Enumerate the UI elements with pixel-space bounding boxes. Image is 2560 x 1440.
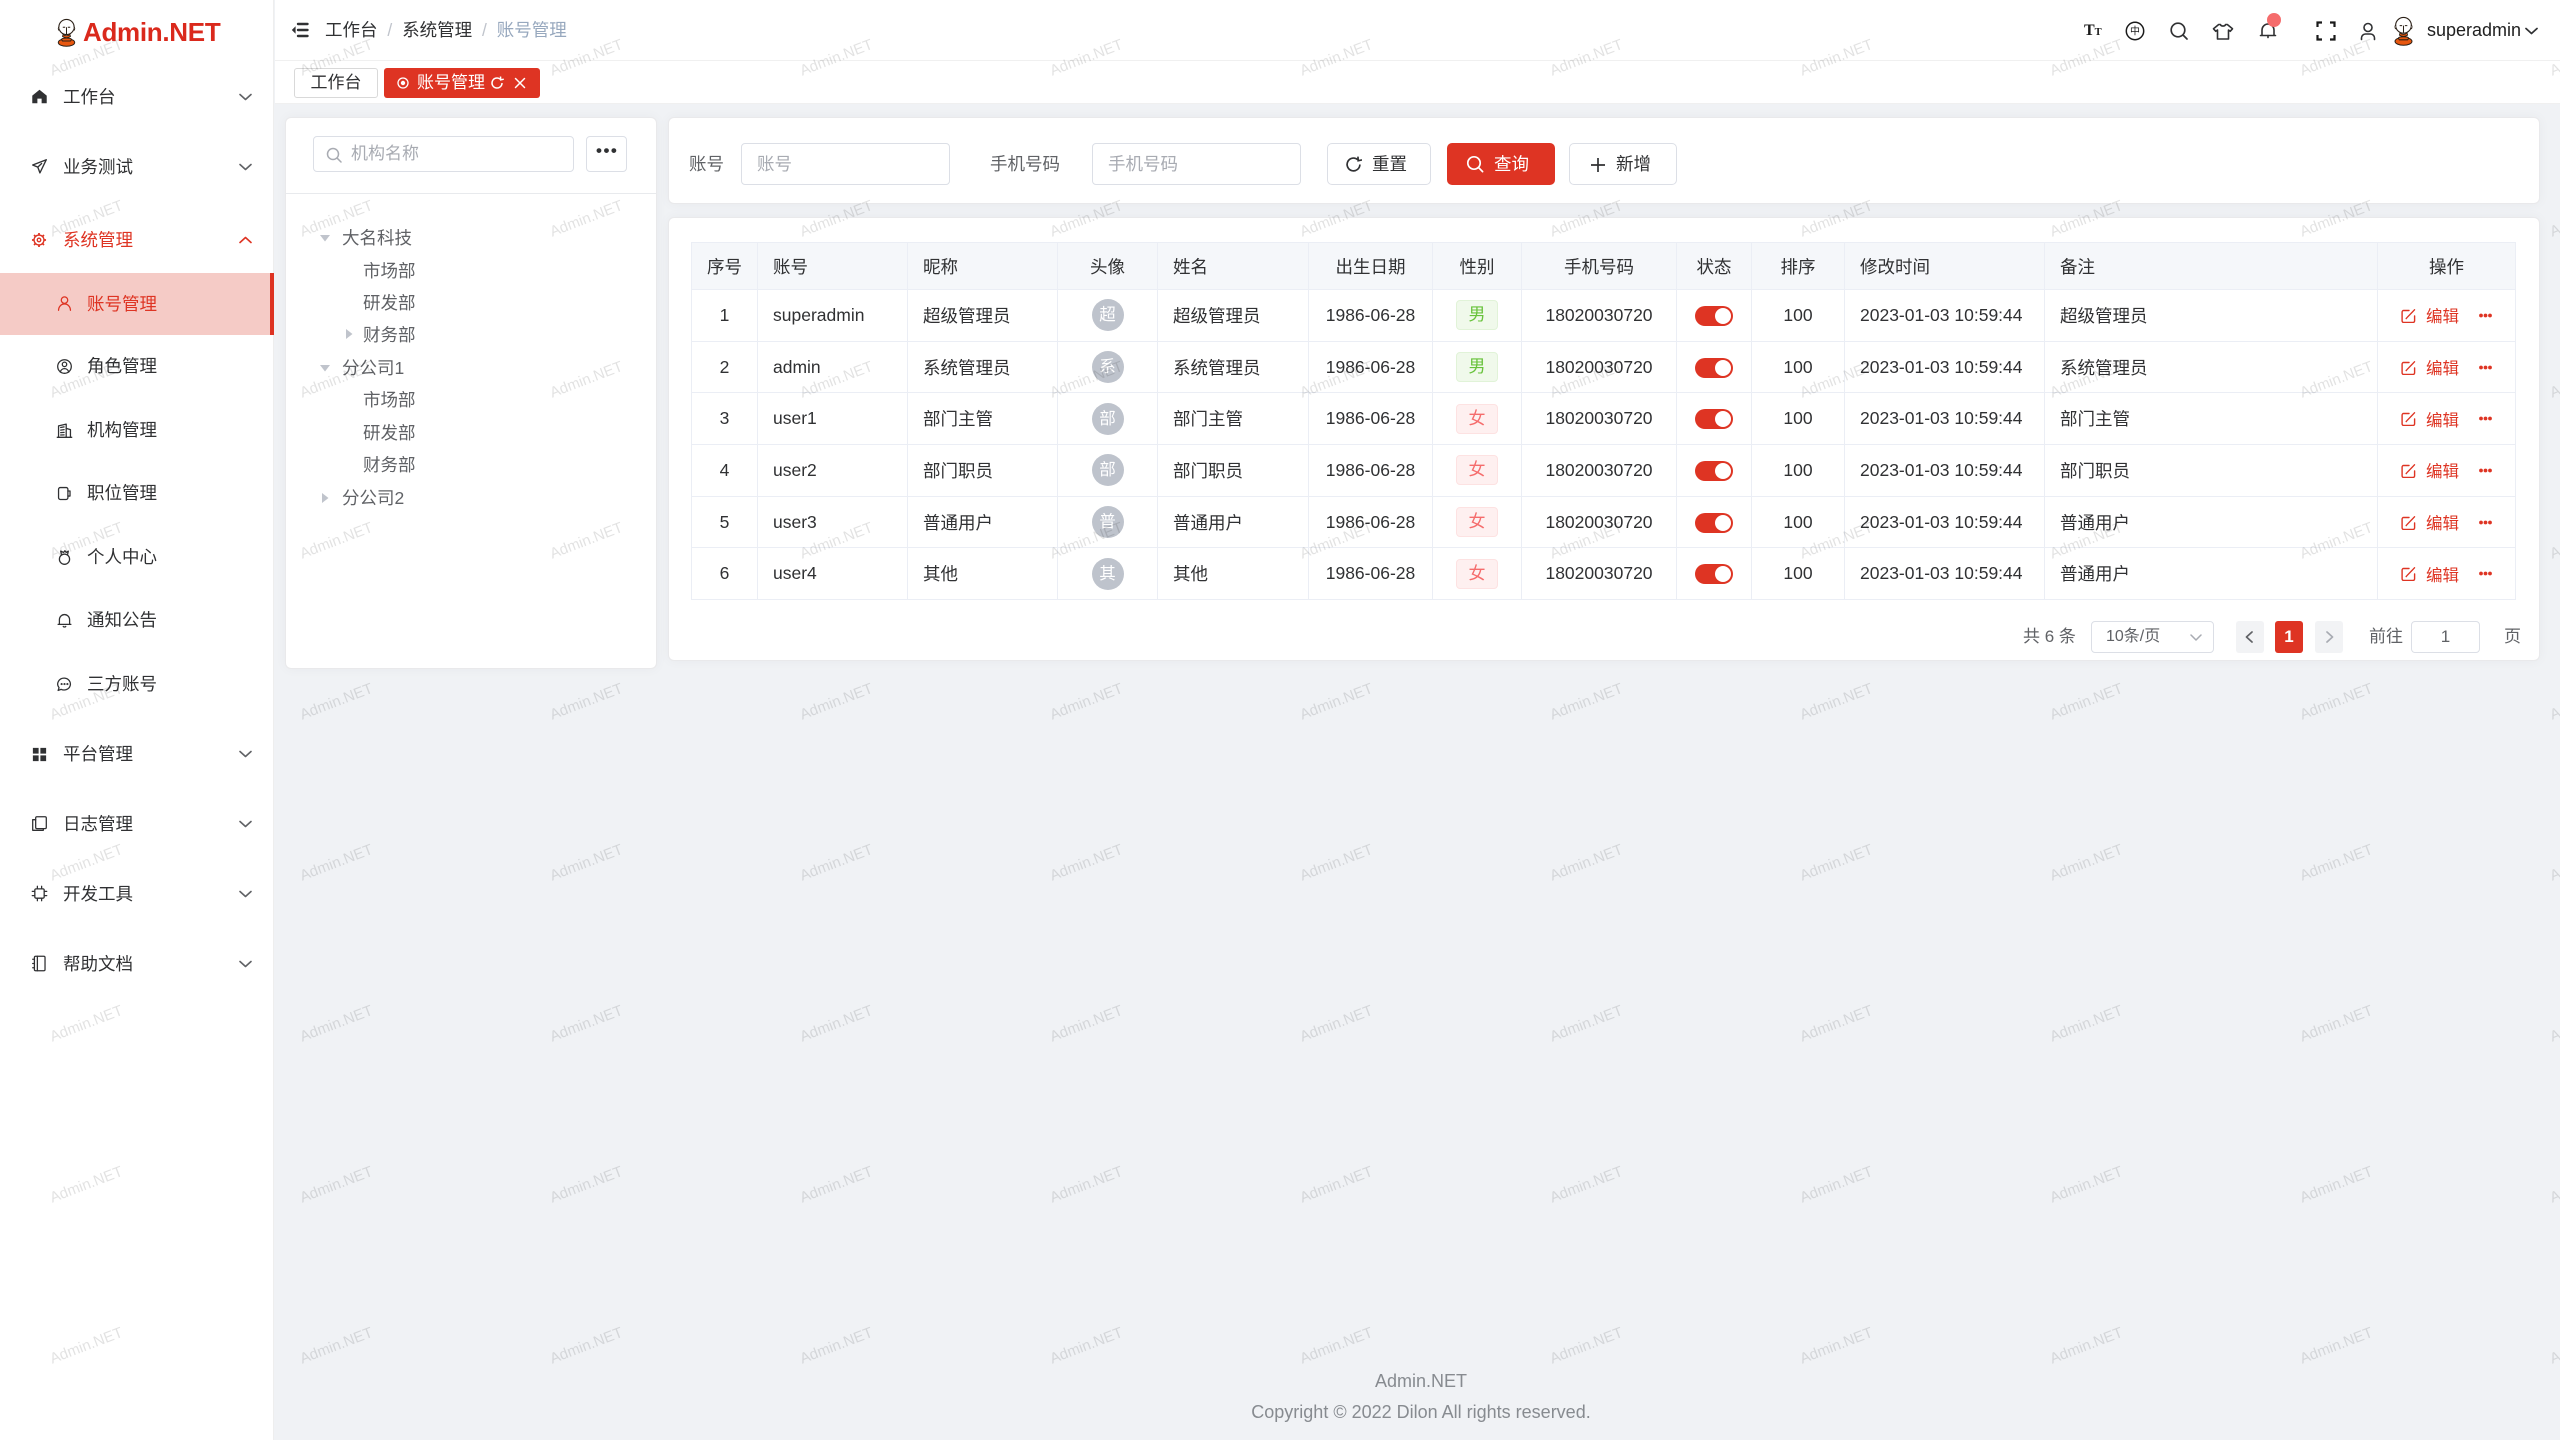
svg-text:中: 中 [2130,24,2140,37]
